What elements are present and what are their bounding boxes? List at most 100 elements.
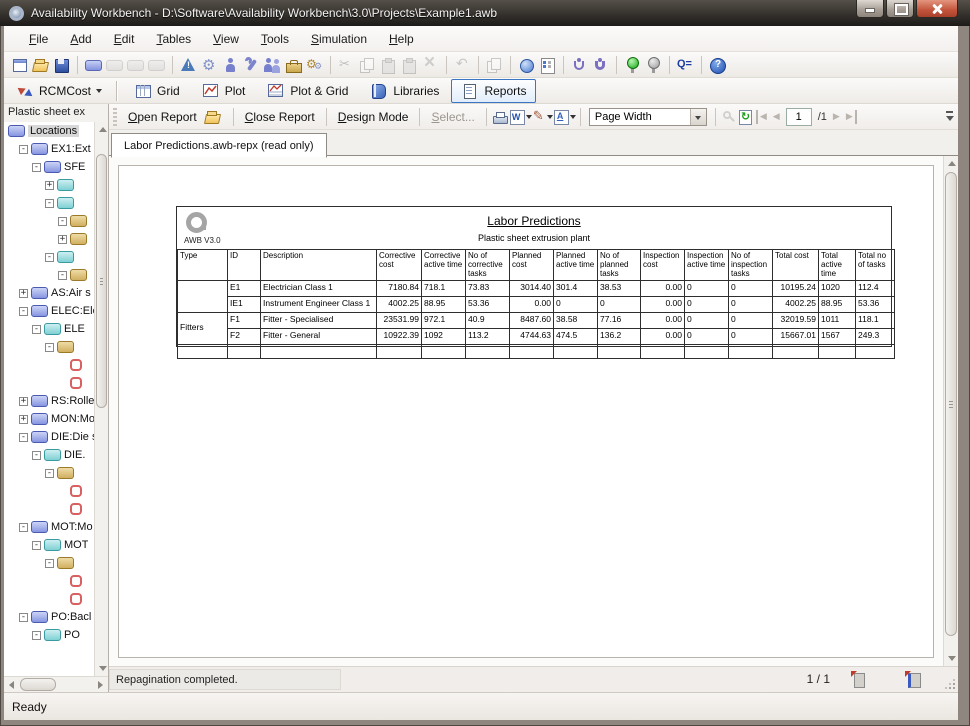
tree-vertical-scrollbar[interactable]: [94, 122, 108, 676]
select-button[interactable]: Select...: [424, 107, 481, 127]
scroll-left-icon[interactable]: [9, 681, 14, 689]
notes-icon[interactable]: [485, 56, 504, 74]
tree-expander[interactable]: +: [19, 289, 28, 298]
tree-expander[interactable]: +: [58, 235, 67, 244]
tree-item[interactable]: -: [4, 338, 94, 356]
cut-icon[interactable]: [337, 56, 356, 74]
process-gears-icon[interactable]: [305, 56, 324, 74]
block-icon[interactable]: [105, 56, 124, 74]
tree-expander[interactable]: -: [45, 253, 54, 262]
formula-icon[interactable]: [676, 56, 695, 74]
tree-item[interactable]: [4, 482, 94, 500]
tree-item-locations[interactable]: Locations: [4, 122, 94, 140]
tree-expander[interactable]: -: [45, 469, 54, 478]
view-libraries-button[interactable]: Libraries: [360, 79, 449, 102]
minimize-button[interactable]: [856, 0, 884, 18]
export-labor-icon[interactable]: [591, 56, 610, 74]
toolbar-grip[interactable]: [113, 108, 117, 126]
tree-item[interactable]: -: [4, 464, 94, 482]
tree-item[interactable]: +AS:Air s: [4, 284, 94, 302]
paste-special-icon[interactable]: [400, 56, 419, 74]
menu-tools[interactable]: Tools: [250, 28, 300, 50]
paste-icon[interactable]: [379, 56, 398, 74]
menu-tables[interactable]: Tables: [145, 28, 202, 50]
tree-item[interactable]: -PO:Bacl: [4, 608, 94, 626]
chevron-down-icon[interactable]: [570, 115, 576, 119]
tree-expander[interactable]: -: [19, 613, 28, 622]
maximize-button[interactable]: [886, 0, 914, 18]
delete-icon[interactable]: [421, 56, 440, 74]
menu-add[interactable]: Add: [59, 28, 102, 50]
tree-item[interactable]: -MOT: [4, 536, 94, 554]
tree-expander[interactable]: -: [19, 145, 28, 154]
first-page-icon[interactable]: ◀: [756, 110, 770, 124]
scroll-up-icon[interactable]: [99, 127, 107, 132]
crews-icon[interactable]: [263, 56, 282, 74]
scrollbar-thumb[interactable]: [945, 172, 957, 636]
print-icon[interactable]: [491, 109, 509, 125]
tree-item[interactable]: +MON:Mo: [4, 410, 94, 428]
tree-expander[interactable]: +: [19, 415, 28, 424]
copy-icon[interactable]: [358, 56, 377, 74]
report-viewport[interactable]: AWB V3.0 Labor Predictions Plastic sheet…: [109, 156, 958, 666]
scrollbar-thumb[interactable]: [96, 154, 107, 408]
scroll-up-icon[interactable]: [948, 161, 956, 166]
spares-wrench-icon[interactable]: [242, 56, 261, 74]
fit-width-icon[interactable]: [904, 671, 920, 688]
menu-simulation[interactable]: Simulation: [300, 28, 378, 50]
tree-item[interactable]: -SFE: [4, 158, 94, 176]
block-icon[interactable]: [126, 56, 145, 74]
page-number-input[interactable]: 1: [786, 108, 812, 126]
titlebar[interactable]: Availability Workbench - D:\Software\Ava…: [0, 0, 970, 26]
tree-panel-header[interactable]: Plastic sheet ex: [4, 104, 108, 122]
open-project-icon[interactable]: [31, 56, 50, 74]
tree-item[interactable]: -ELE: [4, 320, 94, 338]
tree-expander[interactable]: -: [32, 163, 41, 172]
export-word-icon[interactable]: [509, 109, 526, 125]
view-grid-button[interactable]: Grid: [124, 79, 190, 102]
tree-item[interactable]: -MOT:Mo: [4, 518, 94, 536]
tree-item[interactable]: -: [4, 554, 94, 572]
tree-item[interactable]: -: [4, 266, 94, 284]
indicator-gray-icon[interactable]: [644, 56, 663, 74]
resize-grip[interactable]: [944, 678, 955, 689]
tree-item[interactable]: [4, 500, 94, 518]
open-report-button[interactable]: Open Report: [121, 105, 229, 129]
design-mode-button[interactable]: Design Mode: [331, 107, 416, 127]
indicator-green-icon[interactable]: [623, 56, 642, 74]
view-plot-button[interactable]: Plot: [192, 79, 256, 102]
tree-item[interactable]: [4, 590, 94, 608]
tree-item[interactable]: -PO: [4, 626, 94, 644]
fit-page-icon[interactable]: [850, 671, 866, 688]
tree-expander[interactable]: -: [32, 451, 41, 460]
scroll-down-icon[interactable]: [948, 656, 956, 661]
tree-expander[interactable]: -: [45, 559, 54, 568]
tree-item[interactable]: [4, 572, 94, 590]
undo-icon[interactable]: [453, 56, 472, 74]
tree-expander[interactable]: -: [58, 271, 67, 280]
tree-item[interactable]: -ELEC:Ele: [4, 302, 94, 320]
menu-file[interactable]: File: [18, 28, 59, 50]
tree-item[interactable]: [4, 374, 94, 392]
toolbar-overflow-icon[interactable]: [945, 111, 954, 121]
tree-expander[interactable]: -: [45, 199, 54, 208]
report-vertical-scrollbar[interactable]: [943, 156, 958, 666]
labor-icon[interactable]: [221, 56, 240, 74]
tree-item[interactable]: +: [4, 176, 94, 194]
tree-item[interactable]: +: [4, 230, 94, 248]
scroll-down-icon[interactable]: [99, 666, 107, 671]
export-text-icon[interactable]: [553, 109, 570, 125]
tree-item[interactable]: -: [4, 194, 94, 212]
tree-expander[interactable]: +: [45, 181, 54, 190]
maintenance-gear-icon[interactable]: [200, 56, 219, 74]
tree-item[interactable]: -EX1:Ext: [4, 140, 94, 158]
failure-model-icon[interactable]: [179, 56, 198, 74]
save-icon[interactable]: [52, 56, 71, 74]
zoom-combobox[interactable]: Page Width: [589, 108, 707, 126]
scroll-right-icon[interactable]: [98, 681, 103, 689]
tree-item[interactable]: +RS:Rolle: [4, 392, 94, 410]
last-page-icon[interactable]: ▶: [843, 110, 857, 124]
block-icon[interactable]: [84, 56, 103, 74]
menu-help[interactable]: Help: [378, 28, 425, 50]
tree-item[interactable]: [4, 356, 94, 374]
